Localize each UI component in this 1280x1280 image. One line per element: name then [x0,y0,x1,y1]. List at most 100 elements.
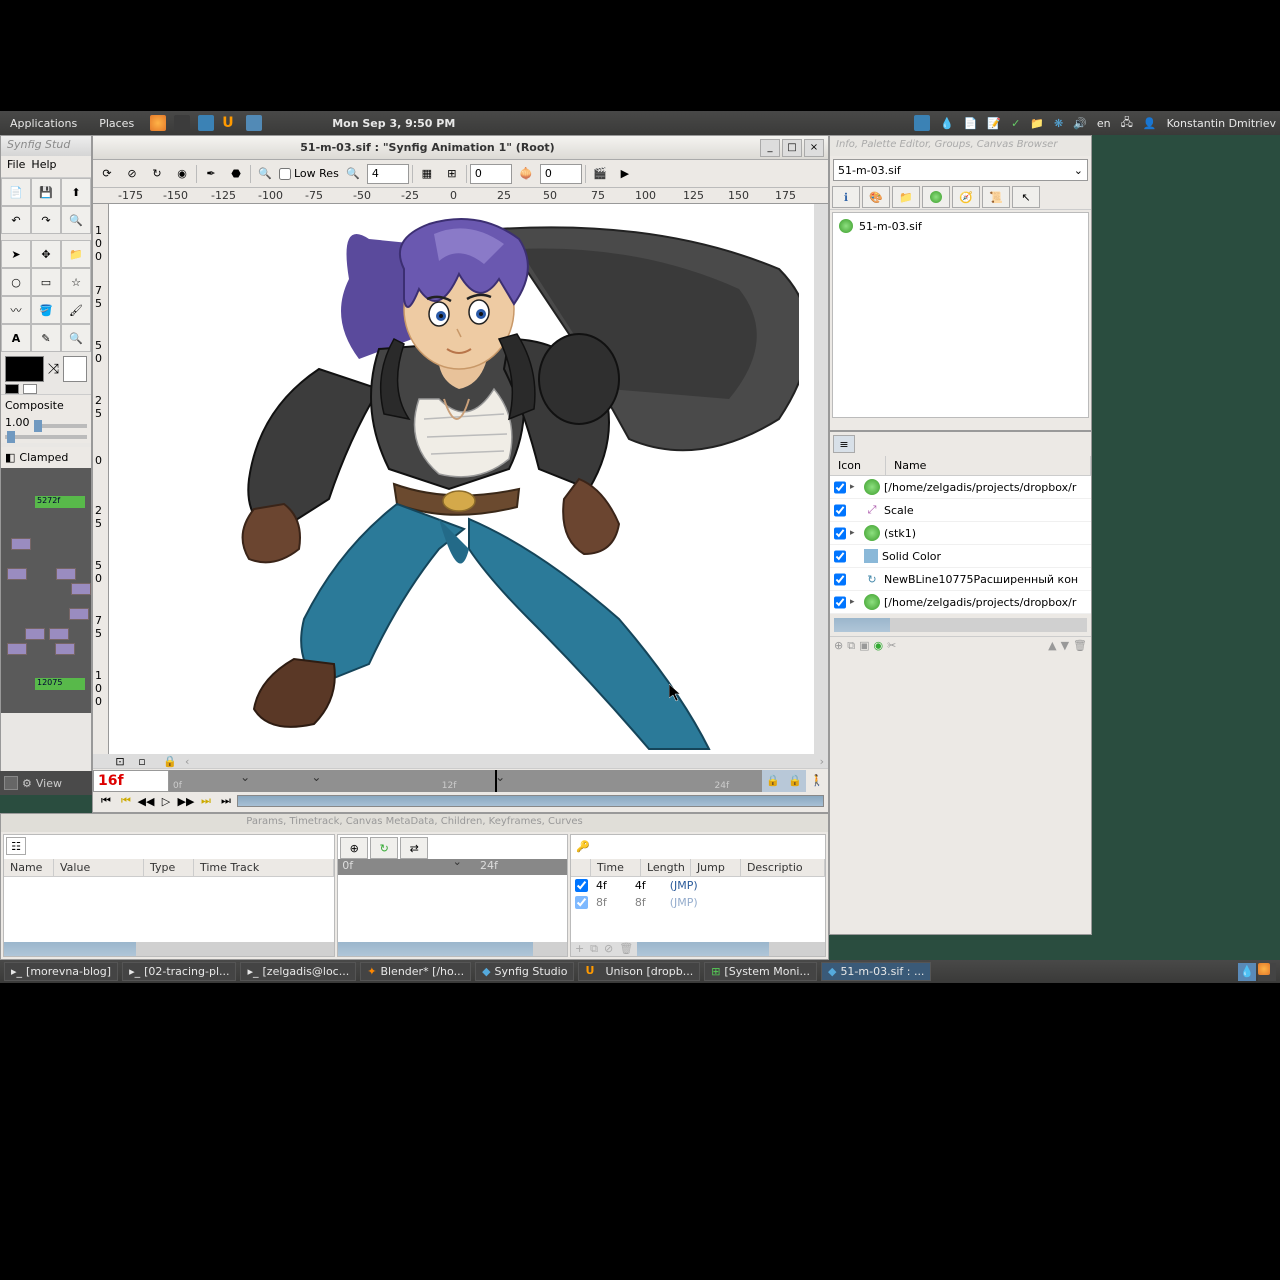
circle-tool[interactable]: ○ [1,268,31,296]
keyframe-lock-icon[interactable]: 🔒 [762,770,784,792]
layers-hscroll[interactable] [834,618,1087,632]
view-opt-icon[interactable]: ⚙ [22,777,32,790]
animate-mode-icon[interactable]: 🚶 [806,770,828,792]
opacity-slider[interactable] [34,424,88,428]
user-icon[interactable]: 👤 [1143,117,1157,130]
frame-track[interactable]: 0f 12f 24f ⌄ ⌄ ⌄ [169,770,762,792]
next-frame-icon[interactable]: ▶▶ [177,794,195,808]
canvas-selector[interactable]: 51-m-03.sif ⌄ [833,159,1088,181]
layer-add-icon[interactable]: ⊕ [834,639,843,658]
params-list[interactable] [4,877,334,942]
text-tool[interactable]: A [1,324,31,352]
tray-drop-icon[interactable]: 💧 [940,117,954,130]
prev-kf-icon[interactable]: ⏮ [117,794,135,808]
sketch-icon[interactable]: ✒ [200,163,222,185]
canvas-item[interactable]: 51-m-03.sif [837,217,1084,235]
prev-frame-icon[interactable]: ◀◀ [137,794,155,808]
tray-doc-icon[interactable]: 📄 [964,117,978,130]
nav-tab-icon[interactable]: 🧭 [952,186,980,208]
quality-input[interactable]: 4 [367,164,409,184]
swap-colors-icon[interactable]: ⤨ [48,361,59,377]
col-name[interactable]: Name [4,859,54,876]
default-fg[interactable] [5,384,19,394]
tl-tab1-icon[interactable]: ⊕ [340,837,368,859]
seek-start-icon[interactable]: ⏮ [97,794,115,808]
tray-folder-icon[interactable]: 📁 [1030,117,1044,130]
transform-tool[interactable]: ➤ [1,240,31,268]
menu-help[interactable]: Help [31,158,56,175]
preview-icon[interactable]: 🔍 [254,163,276,185]
quality-icon[interactable]: 🔍 [342,163,364,185]
zoom-tool[interactable]: 🔍 [61,324,91,352]
cancel-render-icon[interactable]: ⊘ [121,163,143,185]
col-value[interactable]: Value [54,859,144,876]
network-icon[interactable]: 🖧 [1121,114,1133,133]
synfig-icon[interactable] [198,115,214,131]
kf-active-0[interactable] [575,879,588,892]
star-tool[interactable]: ☆ [61,268,91,296]
y-input[interactable]: 0 [540,164,582,184]
firefox-icon[interactable] [150,115,166,131]
inkscape-icon[interactable] [174,115,190,131]
kf-jump-0[interactable]: (JMP) [670,879,698,892]
layer-visible[interactable] [834,550,846,563]
save-button[interactable]: 💾 [31,178,61,206]
save-all-button[interactable]: ⬆ [61,178,91,206]
render-icon[interactable]: 🎬 [589,163,611,185]
layer-visible[interactable] [834,504,846,517]
current-frame-input[interactable] [93,770,169,792]
workspace-2[interactable] [1258,963,1276,981]
layer-up-icon[interactable]: ▲ [1048,639,1056,658]
rectangle-tool[interactable]: ▭ [31,268,61,296]
keyboard-layout[interactable]: en [1097,117,1111,130]
blender-icon[interactable] [246,115,262,131]
tl-ruler[interactable]: 0f 24f ⌄ [338,859,567,875]
layer-row[interactable]: ▸(stk1) [830,522,1091,545]
play-icon[interactable]: ▷ [157,794,175,808]
layer-col-icon[interactable]: Icon [830,456,886,475]
layer-row[interactable]: Solid Color [830,545,1091,568]
tl-tab2-icon[interactable]: ↻ [370,837,398,859]
x-input[interactable]: 0 [470,164,512,184]
preview-anim-icon[interactable]: ▶ [614,163,636,185]
layer-visible[interactable] [834,527,846,540]
new-file-button[interactable]: 📄 [1,178,31,206]
task-6[interactable]: ⊞[System Moni... [704,962,817,981]
kf-col-time[interactable]: Time [591,859,641,876]
user-name[interactable]: Konstantin Dmitriev [1167,117,1276,130]
next-kf-icon[interactable]: ⏭ [197,794,215,808]
menu-places[interactable]: Places [93,117,140,130]
layer-list[interactable]: ▸[/home/zelgadis/projects/dropbox/r⤢Scal… [830,476,1091,614]
bline-tool[interactable]: 〰 [1,296,31,324]
expand-icon[interactable]: ▸ [850,528,860,538]
target-icon[interactable]: ◉ [171,163,193,185]
layer-del-icon[interactable]: 🗑 [1073,639,1087,658]
layer-enc-icon[interactable]: ◉ [873,639,883,658]
layer-group-icon[interactable]: ▣ [859,639,869,658]
canvas-browser-list[interactable]: 51-m-03.sif [832,212,1089,418]
layer-row[interactable]: ⤢Scale [830,499,1091,522]
task-5[interactable]: UUnison [dropb... [578,962,700,981]
bucket-tool[interactable]: 🪣 [31,296,61,324]
brush-tool[interactable]: 🖌 [61,296,91,324]
expand-icon[interactable]: ▸ [850,482,860,492]
layer-visible[interactable] [834,596,846,609]
task-4[interactable]: ◆Synfig Studio [475,962,574,981]
col-type[interactable]: Type [144,859,194,876]
tray-puzzle-icon[interactable]: ❋ [1054,117,1063,130]
pencil-tool[interactable]: ✎ [31,324,61,352]
duck-icon[interactable]: ⬣ [225,163,247,185]
task-3[interactable]: ✦Blender* [/ho... [360,962,471,981]
maximize-button[interactable]: □ [782,139,802,157]
layer-visible[interactable] [834,573,846,586]
col-timetrack[interactable]: Time Track [194,859,334,876]
params-tab-icon[interactable]: ☷ [6,837,26,855]
canvas[interactable] [109,204,814,754]
palette-tab-icon[interactable]: 🎨 [862,186,890,208]
tray-synfig-icon[interactable] [914,115,930,131]
task-7[interactable]: ◆51-m-03.sif : ... [821,962,931,981]
history-tab-icon[interactable]: 📜 [982,186,1010,208]
info-tab-icon[interactable]: ℹ [832,186,860,208]
vscrollbar[interactable] [814,204,828,754]
panel-tabs[interactable]: Params, Timetrack, Canvas MetaData, Chil… [1,814,828,832]
